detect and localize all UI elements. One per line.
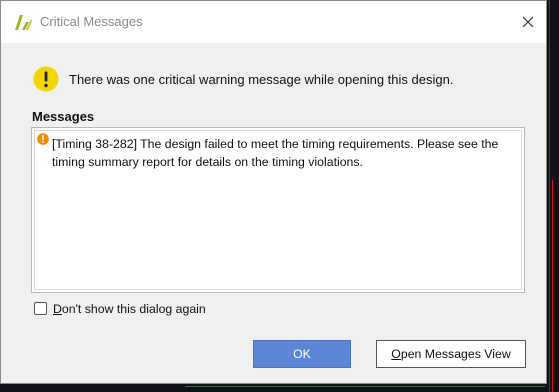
summary-text: There was one critical warning message w… [69,72,454,87]
background-line [549,0,550,392]
dont-show-label-text: on't show this dialog again [61,302,206,316]
open-messages-view-button[interactable]: Open Messages View [376,340,526,368]
critical-messages-dialog: Critical Messages There was one critical… [0,0,547,384]
title-bar: Critical Messages [1,1,546,43]
warning-icon [33,66,59,92]
dont-show-checkbox[interactable] [34,302,47,315]
message-text: [Timing 38-282] The design failed to mee… [52,137,499,169]
open-messages-view-label: pen Messages View [400,347,511,361]
messages-list[interactable]: [Timing 38-282] The design failed to mee… [31,127,525,293]
vivado-logo-icon [15,15,32,30]
messages-heading: Messages [32,109,95,124]
background-line [185,386,545,387]
ok-button[interactable]: OK [253,340,351,368]
dont-show-label[interactable]: Don't show this dialog again [53,302,206,316]
dont-show-mnemonic: D [53,302,62,316]
critical-warning-icon [37,133,49,145]
open-messages-mnemonic: O [391,347,401,361]
window-title: Critical Messages [40,14,143,29]
close-icon [522,16,534,28]
background-line [552,180,553,392]
close-button[interactable] [510,1,546,43]
messages-list-inner: [Timing 38-282] The design failed to mee… [34,130,522,290]
ok-button-label: OK [293,347,311,361]
